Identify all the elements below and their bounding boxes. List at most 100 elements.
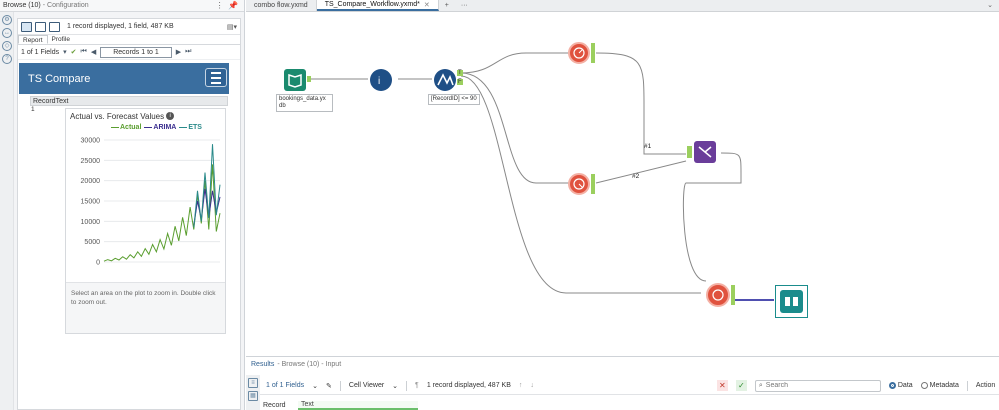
configuration-header: Browse (10) - Configuration ⋮ 📌 bbox=[0, 0, 244, 12]
pin-icon[interactable]: ¶ bbox=[415, 382, 419, 389]
workflow-canvas[interactable]: bookings_data.yx db i T F [RecordID] <= 9… bbox=[246, 13, 999, 355]
pane-menu-icon[interactable]: ⋮ 📌 bbox=[216, 1, 238, 10]
sort-asc-icon[interactable]: ↑ bbox=[519, 382, 523, 389]
gear-icon[interactable]: ⚙ bbox=[2, 15, 12, 25]
connection-lines bbox=[310, 52, 774, 301]
dropdown-icon[interactable]: ▾ bbox=[63, 48, 67, 56]
last-record-icon[interactable]: ⏭ bbox=[185, 48, 191, 56]
union-tool[interactable] bbox=[694, 141, 716, 163]
search-box[interactable]: ⌕ bbox=[754, 379, 881, 392]
arima-icon bbox=[573, 47, 585, 59]
y-tick-label: 25000 bbox=[81, 158, 101, 165]
add-tab-icon[interactable]: + bbox=[439, 0, 455, 11]
row-number: 1 bbox=[31, 106, 35, 113]
ets-output-anchors[interactable] bbox=[591, 174, 595, 194]
y-tick-label: 15000 bbox=[81, 199, 101, 206]
ets-icon bbox=[573, 178, 585, 190]
first-record-icon[interactable]: ⏮ bbox=[81, 48, 87, 56]
close-icon[interactable]: ✕ bbox=[424, 1, 430, 9]
results-grid-header: Record Text bbox=[260, 400, 999, 410]
svg-text:i: i bbox=[378, 76, 380, 87]
record-nav: 1 of 1 Fields ▾ ✔ ⏮ ◀ Records 1 to 1 ▶ ⏭ bbox=[18, 45, 240, 60]
input-data-tool[interactable] bbox=[284, 69, 306, 91]
record-id-tool[interactable]: i bbox=[370, 69, 392, 91]
results-panel: Results - Browse (10) - Input ≡ ▦ 1 of 1… bbox=[246, 356, 999, 410]
sort-desc-icon[interactable]: ↓ bbox=[530, 382, 534, 389]
hamburger-menu-icon[interactable] bbox=[205, 68, 227, 87]
config-rail: ⚙ ↔ ◇ ? bbox=[0, 12, 14, 410]
compare-output-anchors[interactable] bbox=[731, 285, 735, 305]
legend-actual[interactable]: Actual bbox=[111, 124, 141, 131]
check-icon[interactable]: ✓ bbox=[735, 380, 747, 391]
tab-combo-flow[interactable]: combo flow.yxmd bbox=[246, 0, 317, 11]
report-title: TS Compare bbox=[28, 72, 91, 85]
report-header: TS Compare bbox=[19, 63, 229, 94]
y-tick-label: 0 bbox=[96, 260, 100, 267]
arima-model-tool[interactable] bbox=[568, 42, 590, 64]
split-view-icon[interactable] bbox=[35, 21, 46, 32]
search-input[interactable] bbox=[765, 382, 866, 389]
arrows-icon[interactable]: ↔ bbox=[2, 28, 12, 38]
union-input-anchor[interactable] bbox=[687, 146, 692, 158]
results-title: Results bbox=[251, 360, 275, 368]
edit-icon[interactable]: ✎ bbox=[326, 382, 332, 390]
list-icon[interactable]: ≡ bbox=[248, 378, 258, 388]
pane-subtitle: - Configuration bbox=[42, 2, 89, 9]
arima-output-anchors[interactable] bbox=[591, 43, 595, 63]
browse-configuration-pane: Browse (10) - Configuration ⋮ 📌 ⚙ ↔ ◇ ? … bbox=[0, 0, 245, 410]
actions-menu[interactable]: Action bbox=[976, 382, 995, 389]
binoculars-icon bbox=[780, 290, 803, 313]
output-anchor[interactable] bbox=[307, 76, 311, 82]
grid-column-text[interactable]: Text bbox=[298, 401, 418, 410]
results-fields-selector[interactable]: 1 of 1 Fields bbox=[266, 382, 304, 389]
check-icon[interactable]: ✔ bbox=[71, 48, 77, 56]
browse-tabs: Report Profile bbox=[18, 35, 240, 45]
info-icon[interactable]: i bbox=[166, 112, 175, 120]
union-icon bbox=[698, 146, 712, 158]
filter-true-anchor[interactable]: T bbox=[457, 70, 463, 76]
line-chart[interactable]: 0 5000 10000 15000 20000 25000 30000 bbox=[66, 134, 225, 282]
browse-tool-frame[interactable] bbox=[775, 285, 808, 318]
help-icon[interactable]: ? bbox=[2, 54, 12, 64]
tab-overflow-icon[interactable]: ⌄ bbox=[987, 1, 993, 9]
next-record-icon[interactable]: ▶ bbox=[176, 48, 181, 56]
series-line-ets[interactable] bbox=[193, 144, 221, 228]
table-menu-icon[interactable]: ▤▾ bbox=[227, 23, 237, 31]
prev-record-icon[interactable]: ◀ bbox=[91, 48, 96, 56]
ets-model-tool[interactable] bbox=[568, 173, 590, 195]
tab-report[interactable]: Report bbox=[18, 35, 48, 44]
chart-card[interactable]: Actual vs. Forecast Values i Actual ARIMA… bbox=[65, 108, 226, 334]
pane-title: Browse (10) bbox=[3, 2, 41, 9]
filter-false-anchor[interactable]: F bbox=[457, 79, 463, 85]
ts-compare-tool[interactable] bbox=[706, 283, 730, 307]
cell-viewer-dropdown[interactable]: Cell Viewer bbox=[349, 382, 384, 389]
tab-ts-compare[interactable]: TS_Compare_Workflow.yxmd* ✕ bbox=[316, 0, 439, 11]
filter-tool[interactable] bbox=[434, 69, 456, 91]
tag-icon[interactable]: ◇ bbox=[2, 41, 12, 51]
close-icon[interactable]: ✕ bbox=[716, 380, 728, 391]
table-icon[interactable]: ▦ bbox=[248, 391, 258, 401]
records-range[interactable]: Records 1 to 1 bbox=[100, 46, 172, 58]
legend-ets[interactable]: ETS bbox=[179, 124, 202, 131]
results-toolbar: 1 of 1 Fields ⌄ ✎ Cell Viewer ⌄ ¶ 1 reco… bbox=[260, 377, 999, 395]
radio-data[interactable]: Data bbox=[888, 382, 913, 389]
series-line-actual[interactable] bbox=[103, 164, 221, 262]
radio-metadata[interactable]: Metadata bbox=[920, 382, 959, 389]
layout-view-icon[interactable] bbox=[21, 21, 32, 32]
fields-dropdown-icon[interactable]: ⌄ bbox=[312, 382, 318, 390]
chart-legend: Actual ARIMA ETS bbox=[111, 124, 202, 131]
fields-selector[interactable]: 1 of 1 Fields bbox=[21, 49, 59, 56]
grid-column-record[interactable]: Record bbox=[260, 402, 298, 409]
column-header: RecordText bbox=[30, 96, 228, 106]
book-icon bbox=[288, 73, 302, 88]
results-summary: 1 record displayed, 487 KB bbox=[426, 382, 511, 389]
chart-title-row: Actual vs. Forecast Values i bbox=[70, 112, 175, 121]
viewer-dropdown-icon[interactable]: ⌄ bbox=[392, 382, 398, 390]
y-tick-label: 20000 bbox=[81, 178, 101, 185]
tab-profile[interactable]: Profile bbox=[48, 35, 74, 44]
more-tabs-icon[interactable]: ··· bbox=[455, 0, 474, 11]
legend-arima[interactable]: ARIMA bbox=[144, 124, 176, 131]
results-rail: ≡ ▦ bbox=[246, 375, 260, 410]
stacked-view-icon[interactable] bbox=[49, 21, 60, 32]
y-tick-label: 10000 bbox=[81, 219, 101, 226]
